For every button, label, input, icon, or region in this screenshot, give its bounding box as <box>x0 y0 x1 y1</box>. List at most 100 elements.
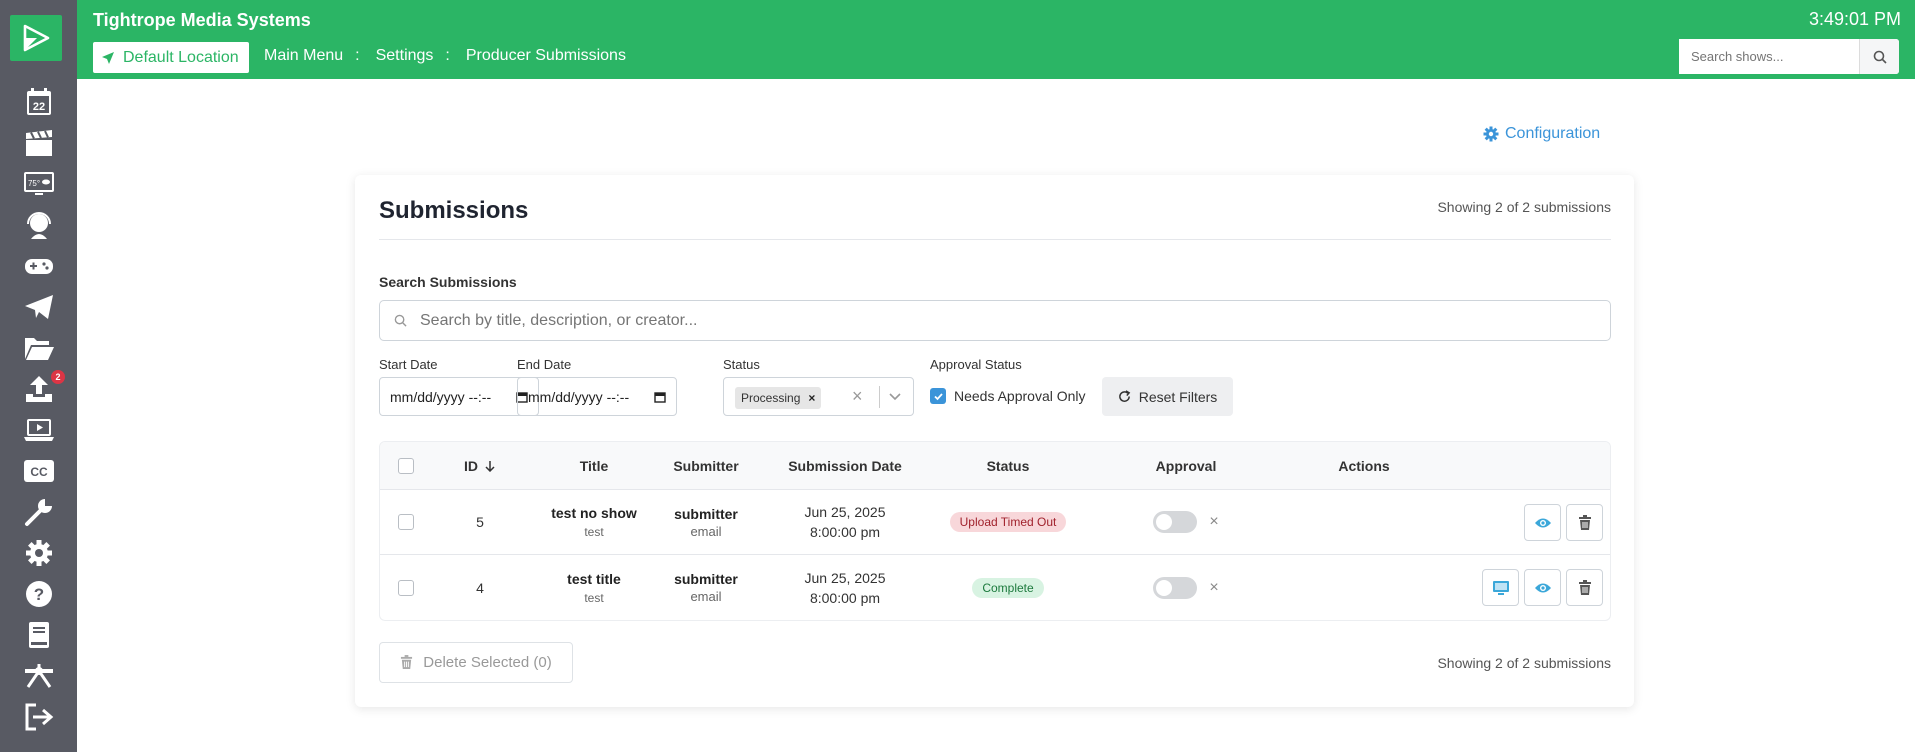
help-icon[interactable]: ? <box>0 575 77 613</box>
row-status-cell: Upload Timed Out <box>928 490 1088 554</box>
row-time: 8:00:00 pm <box>809 589 881 606</box>
submissions-card: Submissions Showing 2 of 2 submissions S… <box>355 175 1634 707</box>
approval-toggle[interactable] <box>1153 511 1198 533</box>
chevron-down-icon[interactable] <box>888 389 902 403</box>
row-checkbox[interactable] <box>398 490 414 554</box>
calendar-day: 22 <box>32 101 44 113</box>
sidebar: 22 75° 2 CC ? <box>0 0 77 752</box>
sort-arrow-down-icon[interactable] <box>484 460 496 472</box>
select-all-checkbox[interactable] <box>398 442 414 489</box>
network-icon[interactable] <box>0 657 77 695</box>
clapperboard-icon[interactable] <box>0 124 77 162</box>
column-submission-date: Submission Date <box>788 457 902 474</box>
svg-text:?: ? <box>33 585 43 604</box>
showing-count: Showing 2 of 2 submissions <box>1437 199 1611 215</box>
logout-icon[interactable] <box>0 698 77 736</box>
submission-search <box>379 300 1611 341</box>
configuration-link[interactable]: Configuration <box>1483 125 1600 143</box>
show-search <box>1679 39 1899 74</box>
close-icon: × <box>1209 578 1219 596</box>
clear-icon[interactable]: × <box>852 386 863 407</box>
end-date-label: End Date <box>517 357 572 372</box>
cc-label: CC <box>30 465 48 479</box>
wrench-icon[interactable] <box>0 493 77 531</box>
search-label: Search Submissions <box>379 274 517 290</box>
start-date-value: mm/dd/yyyy --:-- <box>390 388 492 405</box>
delete-button[interactable] <box>1566 504 1603 541</box>
row-title: test title <box>567 570 621 587</box>
monitor-weather-icon[interactable]: 75° <box>0 165 77 203</box>
view-button[interactable] <box>1524 504 1561 541</box>
monitor-icon <box>1492 580 1509 595</box>
showing-count-bottom: Showing 2 of 2 submissions <box>1437 655 1611 671</box>
submissions-table: ID Title Submitter Submission Date Statu… <box>379 441 1611 621</box>
book-icon[interactable] <box>0 616 77 654</box>
approval-toggle[interactable] <box>1153 576 1198 599</box>
eye-icon <box>1534 518 1551 527</box>
start-date-input[interactable]: mm/dd/yyyy --:-- <box>379 377 539 416</box>
status-chip: Processing × <box>735 387 822 409</box>
row-id: 5 <box>476 514 484 530</box>
column-status: Status <box>986 457 1030 474</box>
show-search-input[interactable] <box>1679 39 1859 74</box>
select-divider <box>879 386 880 408</box>
check-icon[interactable] <box>930 388 946 404</box>
upload-badge: 2 <box>51 370 65 384</box>
row-date: Jun 25, 2025 <box>804 569 886 586</box>
headset-icon[interactable] <box>0 206 77 244</box>
calendar-icon[interactable] <box>654 391 666 403</box>
location-button[interactable]: Default Location <box>93 42 249 73</box>
closed-caption-icon[interactable]: CC <box>0 452 77 490</box>
trash-icon <box>401 655 413 669</box>
status-badge: Upload Timed Out <box>949 512 1067 532</box>
remove-chip-icon[interactable]: × <box>808 391 815 405</box>
configuration-label: Configuration <box>1505 125 1601 142</box>
column-id-label: ID <box>464 457 478 474</box>
row-subtitle: test <box>584 525 604 539</box>
row-title-cell: test no show test <box>524 490 664 554</box>
delete-selected-label: Delete Selected (0) <box>423 654 552 671</box>
submission-search-input[interactable] <box>420 301 1610 340</box>
paper-plane-icon[interactable] <box>0 288 77 326</box>
gear-icon <box>1483 126 1499 142</box>
row-checkbox[interactable] <box>398 555 414 620</box>
calendar-icon[interactable]: 22 <box>0 83 77 121</box>
trash-icon <box>1578 579 1591 595</box>
gear-icon[interactable] <box>0 534 77 572</box>
upload-icon[interactable]: 2 <box>0 370 77 408</box>
app-logo[interactable] <box>10 15 62 61</box>
breadcrumb-main-menu[interactable]: Main Menu <box>264 47 343 65</box>
divider <box>379 239 1611 240</box>
breadcrumb-producer-submissions[interactable]: Producer Submissions <box>466 47 626 65</box>
delete-selected-button[interactable]: Delete Selected (0) <box>379 642 573 683</box>
gamepad-icon[interactable] <box>0 247 77 285</box>
view-button[interactable] <box>1524 569 1561 606</box>
folder-open-icon[interactable] <box>0 329 77 367</box>
row-id: 4 <box>476 579 484 596</box>
search-icon <box>1873 50 1887 64</box>
row-submitter: submitter <box>674 571 738 587</box>
breadcrumb-settings[interactable]: Settings <box>376 47 434 65</box>
column-id[interactable]: ID <box>450 442 510 489</box>
column-title: Title <box>579 457 609 474</box>
row-subtitle: test <box>584 590 604 605</box>
play-monitor-button[interactable] <box>1482 569 1519 606</box>
search-icon <box>380 314 420 327</box>
delete-button[interactable] <box>1566 569 1603 606</box>
page-title: Submissions <box>379 197 529 224</box>
table-row: 4 test title test submitter email Jun 25… <box>380 555 1610 620</box>
reset-filters-button[interactable]: Reset Filters <box>1102 377 1233 416</box>
end-date-input[interactable]: mm/dd/yyyy --:-- <box>517 377 677 416</box>
show-search-button[interactable] <box>1859 39 1899 74</box>
start-date-label: Start Date <box>379 357 438 372</box>
weather-temp: 75° <box>27 179 39 188</box>
breadcrumb: Main Menu : Settings : Producer Submissi… <box>264 47 638 65</box>
laptop-play-icon[interactable] <box>0 411 77 449</box>
approval-status-label: Approval Status <box>930 357 1022 372</box>
needs-approval-checkbox[interactable]: Needs Approval Only <box>930 388 1086 404</box>
row-date-cell: Jun 25, 2025 8:00:00 pm <box>765 555 925 620</box>
row-submitter-email: email <box>690 589 722 604</box>
column-approval: Approval <box>1155 457 1217 474</box>
status-select[interactable]: Processing × × <box>723 377 914 416</box>
location-label: Default Location <box>123 48 239 66</box>
